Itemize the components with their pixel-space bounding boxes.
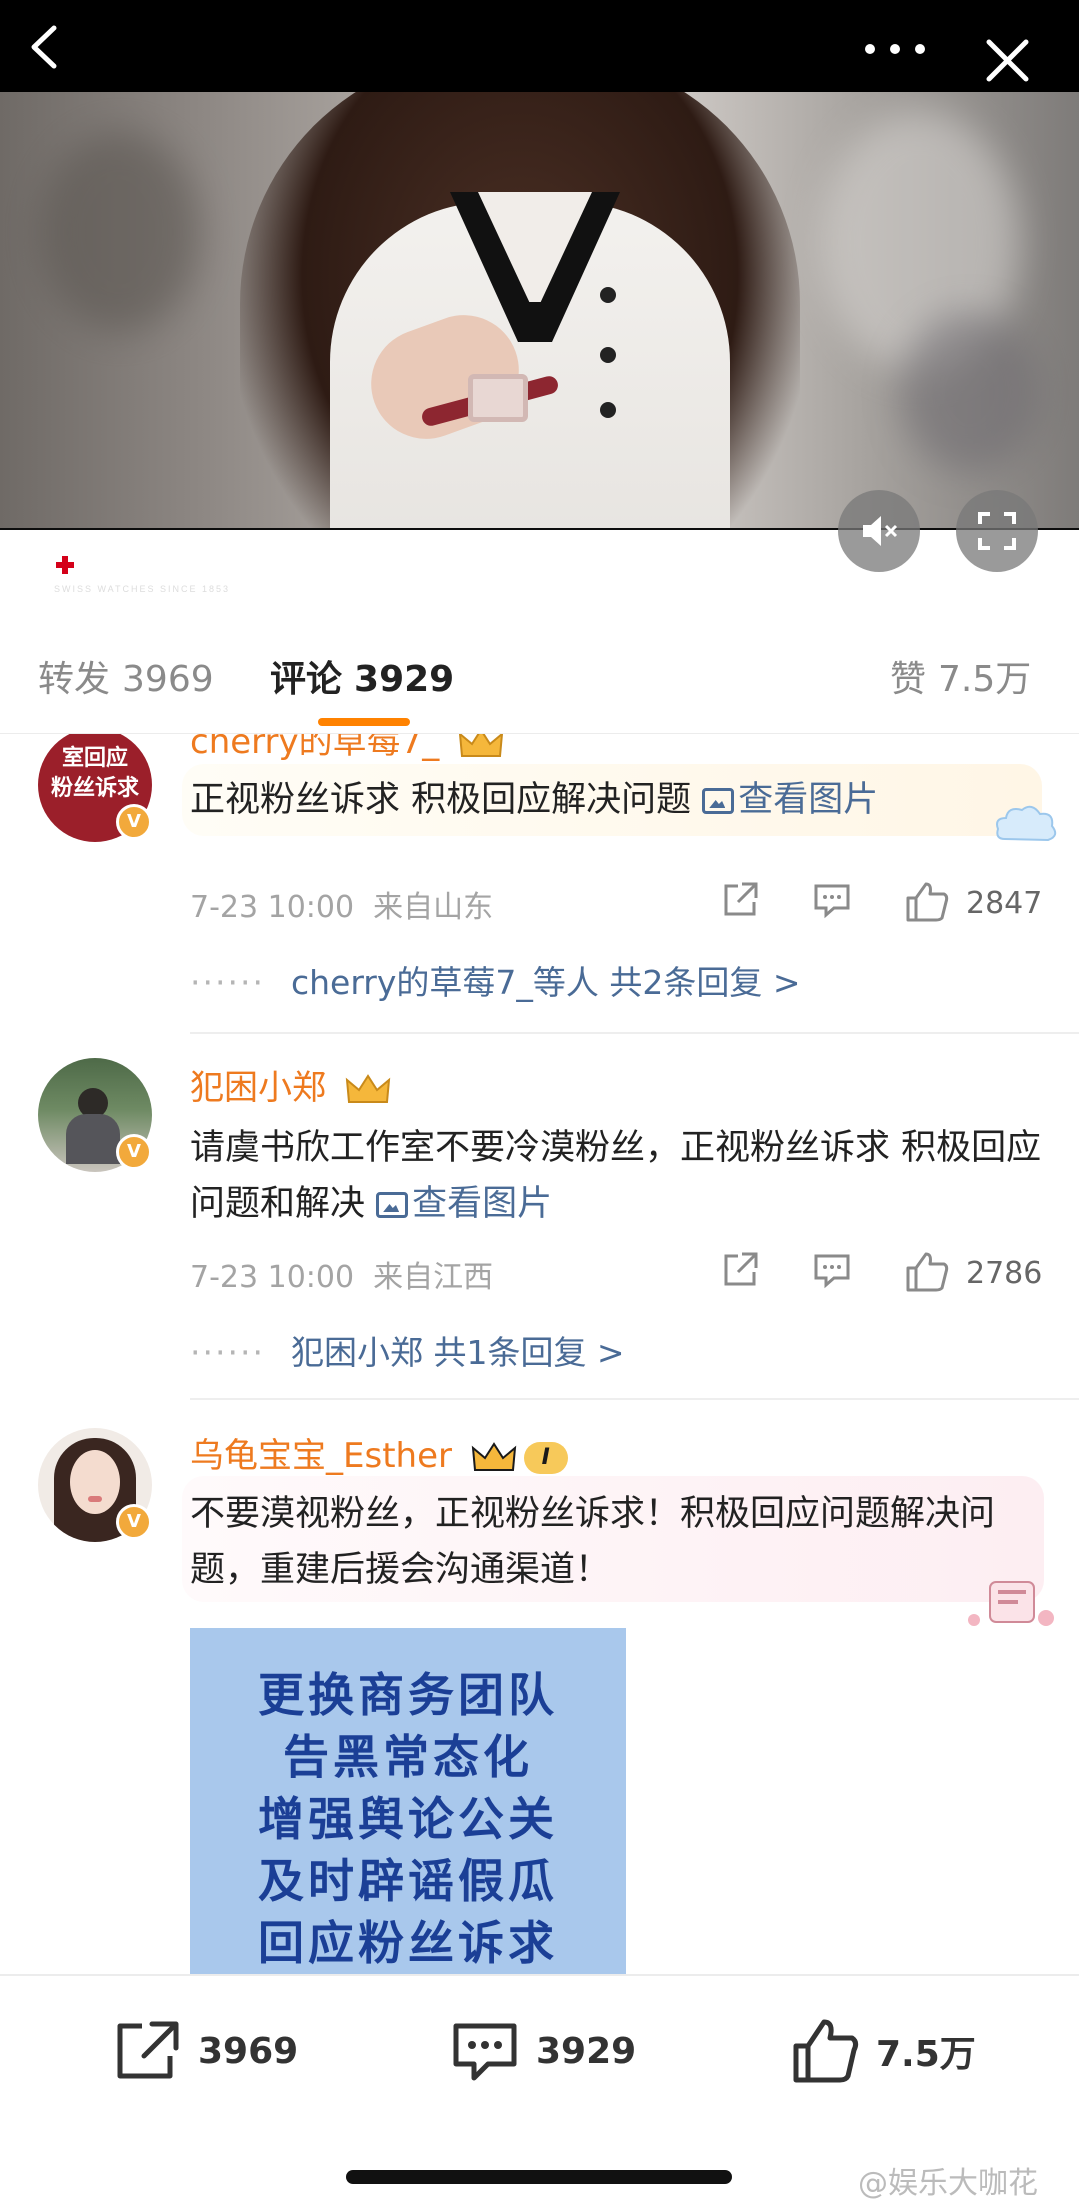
username[interactable]: 乌龟宝宝_Esther I — [190, 1428, 568, 1477]
verified-badge-icon: V — [116, 804, 152, 840]
view-replies-link[interactable]: ······ cherry的草莓7_等人 共2条回复 > — [190, 956, 801, 1004]
watermark: @娱乐大咖花 — [858, 2166, 1038, 2199]
crown-icon — [345, 1073, 391, 1103]
close-icon[interactable] — [985, 38, 1030, 83]
video-player[interactable] — [0, 92, 1079, 530]
reply-icon[interactable] — [812, 1250, 852, 1290]
comment-text: 不要漠视粉丝，正视粉丝诉求！积极回应问题解决问题，重建后援会沟通渠道！ — [190, 1494, 996, 1590]
crown-icon — [471, 1441, 517, 1471]
reply-icon[interactable] — [812, 880, 852, 920]
fullscreen-icon — [978, 512, 1016, 550]
active-tab-indicator — [318, 718, 410, 726]
mute-icon — [863, 516, 898, 546]
username[interactable]: 犯困小郑 — [190, 1060, 391, 1109]
username[interactable]: cherry的草莓7_ — [190, 734, 504, 763]
view-image-link[interactable]: 查看图片 — [376, 1184, 552, 1224]
home-indicator[interactable] — [346, 2170, 732, 2184]
comment-meta: 7-23 10:00 来自山东 — [190, 890, 494, 925]
back-arrow-icon[interactable] — [22, 22, 72, 72]
poster-text-line: 回应粉丝诉求 — [258, 1916, 558, 1970]
verified-badge-icon: V — [116, 1504, 152, 1540]
tab-comments[interactable]: 评论 3929 — [270, 650, 454, 702]
swiss-cross-icon — [52, 552, 78, 578]
view-image-link[interactable]: 查看图片 — [702, 780, 878, 820]
brand-tagline: SWISS WATCHES SINCE 1853 — [54, 584, 231, 594]
more-options-icon[interactable] — [860, 34, 930, 64]
comment-actions: 2786 — [720, 1250, 1050, 1300]
crown-icon — [459, 734, 504, 757]
repost-button[interactable]: 3969 — [112, 2016, 298, 2086]
like-thumb-icon[interactable] — [904, 880, 950, 924]
poster-text-line: 及时辟谣假瓜 — [258, 1854, 558, 1908]
poster-text-line: 告黑常态化 — [283, 1730, 533, 1784]
post-tabs: 转发 3969 评论 3929 赞 7.5万 — [0, 614, 1079, 734]
cloud-decoration-icon — [996, 805, 1057, 842]
brand-name: TISSOT — [84, 548, 199, 581]
comment-text: 请虞书欣工作室不要冷漠粉丝，正视粉丝诉求 积极回应问题和解决 查看图片 — [190, 1128, 1042, 1224]
share-icon[interactable] — [720, 880, 760, 920]
poster-text-line: 增强舆论公关 — [258, 1792, 558, 1846]
like-thumb-icon[interactable] — [904, 1250, 950, 1294]
like-count: 2847 — [966, 886, 1043, 921]
like-thumb-icon — [793, 2019, 859, 2083]
watch-face — [468, 374, 528, 422]
share-icon[interactable] — [720, 1250, 760, 1290]
comment-button[interactable]: 3929 — [450, 2016, 636, 2086]
poster-text-line: 更换商务团队 — [258, 1668, 558, 1722]
comment-icon — [453, 2023, 517, 2081]
comment-meta: 7-23 10:00 来自江西 — [190, 1260, 494, 1295]
view-replies-link[interactable]: ······ 犯困小郑 共1条回复 > — [190, 1326, 625, 1374]
mute-button[interactable] — [838, 490, 920, 572]
comment-actions: 2847 — [720, 880, 1050, 930]
brand-logo: TISSOT SWISS WATCHES SINCE 1853 — [52, 548, 292, 598]
verified-badge-icon: V — [116, 1134, 152, 1170]
top-bar — [0, 0, 1079, 92]
member-level-badge: I — [523, 1441, 568, 1474]
comment-list[interactable]: 室回应 粉丝诉求 V cherry的草莓7_ 正视粉丝诉求 积极回应解决问题 查… — [0, 734, 1079, 1974]
like-button[interactable]: 7.5万 — [790, 2016, 976, 2086]
fullscreen-button[interactable] — [956, 490, 1038, 572]
sticker-decoration-icon — [968, 1581, 1054, 1626]
comment-text: 正视粉丝诉求 积极回应解决问题 查看图片 — [190, 780, 879, 820]
tab-likes[interactable]: 赞 7.5万 — [890, 650, 1031, 702]
share-icon — [117, 2021, 179, 2079]
image-icon — [376, 1192, 409, 1218]
like-count: 2786 — [966, 1256, 1043, 1291]
tab-repost[interactable]: 转发 3969 — [38, 650, 214, 702]
comment-image[interactable]: 更换商务团队 告黑常态化增强舆论公关 及时辟谣假瓜 回应粉丝诉求 — [190, 1628, 626, 1974]
image-icon — [702, 788, 735, 814]
